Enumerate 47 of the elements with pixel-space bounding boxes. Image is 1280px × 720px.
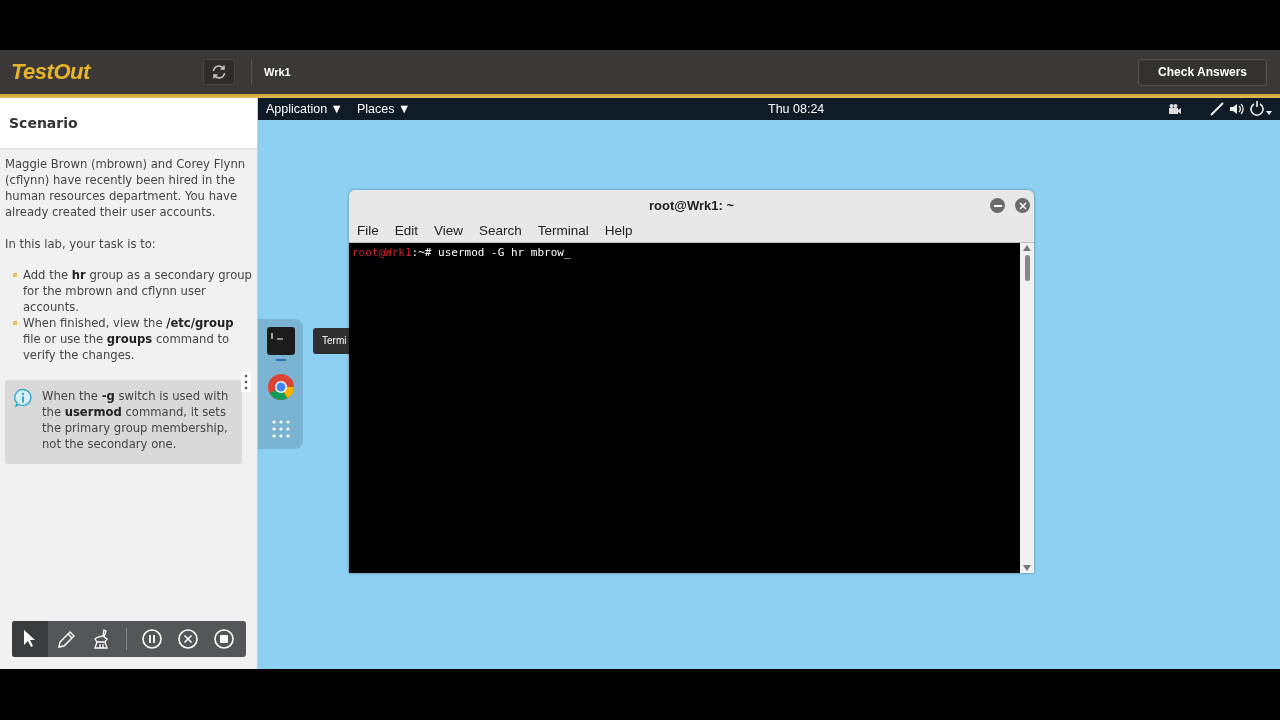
task-lead: In this lab, your task is to: [5,236,157,252]
info-icon [13,388,33,408]
more-icon[interactable] [241,372,251,392]
task-text: When finished, view the /etc/group file or use the groups command to verify the changes. [23,315,235,363]
scroll-down-icon[interactable] [1023,565,1031,571]
terminal-icon[interactable] [266,327,295,355]
hint-text: When the -g switch is used with the usermod command, it sets the primary group membership, not the secondary one. [42,388,230,452]
stop-icon [213,628,235,650]
menu-item[interactable]: Search [471,220,530,242]
pause-icon [141,628,163,650]
menu-item[interactable]: Terminal [529,220,597,242]
scroll-up-icon[interactable] [1023,245,1031,251]
menu-item[interactable]: View [426,220,472,242]
check-answers-button[interactable]: Check Answers [1138,58,1267,86]
panel-title: Scenario [9,115,78,131]
panel-menu[interactable]: Places ▼ [357,102,411,116]
command-text: :~# usermod -G hr mbrow_ [411,246,571,259]
minimize-icon [993,204,1002,207]
machine-name: Wrk1 [264,66,291,78]
menu-item[interactable]: Help [596,220,641,242]
refresh-button[interactable] [203,59,235,85]
camera-icon[interactable] [1168,103,1182,115]
terminal-screen[interactable]: root@Wrk1:~# usermod -G hr mbrow_ [349,243,1020,573]
scenario-text: Maggie Brown (mbrown) and Corey Flynn (cflynn) have recently been hired in the human resources department. You have already created their user accounts. [5,156,247,220]
menu-item[interactable]: File [349,220,387,242]
prompt-user: root@Wrk1 [352,246,412,259]
volume-icon[interactable] [1229,102,1245,116]
logo: TestOut [11,59,92,85]
window-title: root@Wrk1: ~ [648,197,734,213]
power-menu-icon[interactable] [1250,101,1272,117]
close-icon [177,628,199,650]
panel-menu[interactable]: Application ▼ [266,102,343,116]
browser-icon[interactable] [266,373,295,401]
close-button[interactable] [1015,198,1030,213]
network-icon[interactable] [1210,102,1224,116]
menu-item[interactable]: Edit [386,220,427,242]
refresh-icon [211,64,227,80]
close-icon [1018,201,1027,210]
bullet-icon [13,273,17,277]
scroll-thumb[interactable] [1024,255,1030,281]
minimize-button[interactable] [990,198,1005,213]
pointer-tool-button[interactable] [12,621,48,657]
scrollbar[interactable] [1020,243,1034,573]
clock: Thu 08:24 [768,102,825,116]
bullet-icon [13,321,17,325]
pencil-icon [55,628,77,650]
task-text: Add the hr group as a secondary group for the mbrown and cflynn user accounts. [23,267,252,315]
